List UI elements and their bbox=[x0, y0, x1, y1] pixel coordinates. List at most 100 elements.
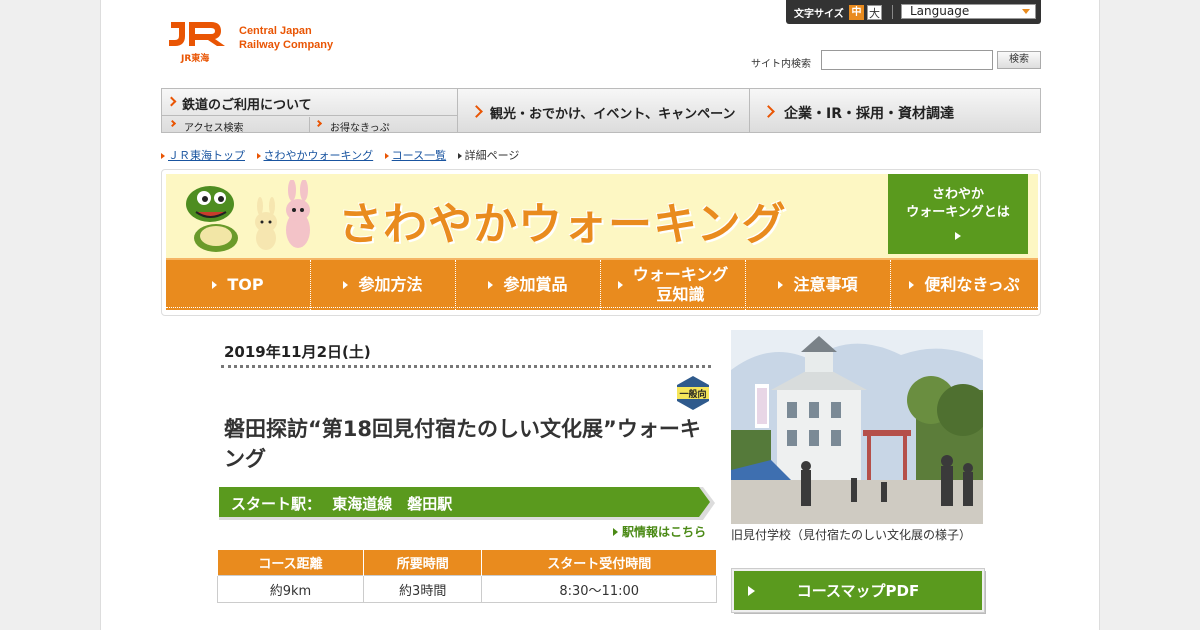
table-cell-duration: 約3時間 bbox=[362, 575, 483, 603]
walking-nav-tickets-label: 便利なきっぷ bbox=[924, 275, 1020, 294]
station-info-link[interactable]: 駅情報はこちら bbox=[613, 523, 706, 540]
walking-nav: TOP 参加方法 参加賞品 ウォーキング 豆知識 注意事項 便利なきっぷ bbox=[166, 258, 1038, 310]
triangle-right-icon bbox=[488, 281, 494, 289]
walking-nav-prizes[interactable]: 参加賞品 bbox=[456, 260, 601, 310]
breadcrumb-item[interactable]: さわやかウォーキング bbox=[256, 147, 374, 163]
course-date: 2019年11月2日(土) bbox=[224, 343, 371, 361]
course-title: 磐田探訪“第18回見付宿たのしい文化展”ウォーキング bbox=[224, 417, 701, 471]
triangle-right-icon bbox=[161, 153, 165, 159]
about-walking-line2: ウォーキングとは bbox=[906, 205, 1010, 220]
breadcrumb-item: 詳細ページ bbox=[457, 147, 520, 163]
breadcrumb-link-course-list[interactable]: コース一覧 bbox=[392, 149, 446, 162]
walking-nav-notes-label: 注意事項 bbox=[793, 275, 858, 294]
table-header-distance: コース距離 bbox=[217, 549, 364, 576]
walking-nav-tickets[interactable]: 便利なきっぷ bbox=[891, 260, 1038, 310]
divider bbox=[221, 365, 711, 368]
start-station-name: 東海道線 磐田駅 bbox=[332, 495, 453, 513]
utility-bar: 文字サイズ 中 大 Language bbox=[786, 0, 1041, 24]
logo-sub-text: JR東海 bbox=[181, 54, 210, 64]
course-photo bbox=[731, 330, 983, 524]
badge-label: 一般向 bbox=[679, 388, 706, 400]
chevron-right-icon bbox=[166, 96, 177, 107]
breadcrumb-current: 詳細ページ bbox=[464, 149, 520, 162]
gnav-corporate-label: 企業・IR・採用・資材調達 bbox=[784, 106, 954, 122]
start-station-text: スタート駅： 東海道線 磐田駅 bbox=[231, 493, 452, 514]
gnav-access-search-link[interactable]: アクセス検索 bbox=[162, 117, 310, 134]
breadcrumb-link-jr-top[interactable]: ＪＲ東海トップ bbox=[168, 149, 245, 162]
jr-logo-mark bbox=[169, 22, 225, 46]
gnav-railway: 鉄道のご利用について アクセス検索 お得なきっぷ bbox=[162, 89, 458, 134]
walking-title: さわやかウォーキング bbox=[338, 199, 787, 250]
jr-central-logo[interactable]: JR東海 Central Japan Railway Company bbox=[167, 18, 367, 64]
walking-banner-header: さわやかウォーキング さわやか ウォーキングとは bbox=[166, 174, 1038, 258]
logo-company-line2: Railway Company bbox=[239, 39, 334, 51]
gnav-tickets-link[interactable]: お得なきっぷ bbox=[310, 117, 458, 134]
logo-company-line1: Central Japan bbox=[239, 25, 312, 37]
triangle-right-icon bbox=[212, 281, 218, 289]
triangle-right-icon bbox=[909, 281, 915, 289]
triangle-right-icon bbox=[955, 232, 961, 240]
triangle-right-icon bbox=[748, 586, 755, 596]
table-cell-distance: 約9km bbox=[217, 575, 364, 603]
course-info-table: コース距離 所要時間 スタート受付時間 約9km 約3時間 8:30～11:00 bbox=[217, 549, 717, 603]
caret-down-icon bbox=[1022, 9, 1030, 14]
gnav-railway-link[interactable]: 鉄道のご利用について bbox=[162, 89, 458, 116]
walking-nav-tips-line2: 豆知識 bbox=[656, 285, 705, 304]
chevron-right-icon bbox=[470, 105, 483, 118]
breadcrumb-link-walking[interactable]: さわやかウォーキング bbox=[264, 149, 374, 162]
walking-nav-how-to-join[interactable]: 参加方法 bbox=[311, 260, 456, 310]
walking-nav-prizes-label: 参加賞品 bbox=[503, 275, 568, 294]
about-walking-line1: さわやか bbox=[931, 187, 984, 202]
table-header-start-time: スタート受付時間 bbox=[481, 549, 717, 576]
walking-nav-tips-line1: ウォーキング bbox=[632, 265, 729, 284]
walking-nav-tips[interactable]: ウォーキング 豆知識 bbox=[601, 260, 746, 310]
station-info-link-label: 駅情報はこちら bbox=[622, 525, 707, 539]
logo-company-name: Central Japan Railway Company bbox=[239, 24, 333, 52]
gnav-railway-label: 鉄道のご利用について bbox=[182, 98, 312, 113]
triangle-right-icon bbox=[613, 528, 618, 536]
breadcrumb-item[interactable]: ＪＲ東海トップ bbox=[161, 147, 245, 163]
language-select-label: Language bbox=[910, 4, 970, 18]
gnav-corporate-link[interactable]: 企業・IR・採用・資材調達 bbox=[750, 89, 1040, 133]
gnav-tickets-label: お得なきっぷ bbox=[330, 123, 390, 134]
walking-banner: さわやかウォーキング さわやか ウォーキングとは TOP 参加方法 参加賞品 ウ… bbox=[161, 169, 1041, 316]
triangle-right-icon bbox=[457, 153, 462, 159]
general-audience-badge-icon: 一般向 bbox=[677, 376, 709, 410]
gnav-tourism-link[interactable]: 観光・おでかけ、イベント、キャンペーン bbox=[458, 89, 750, 133]
font-size-label: 文字サイズ bbox=[794, 9, 844, 20]
table-header-row: コース距離 所要時間 スタート受付時間 bbox=[217, 549, 717, 576]
course-map-pdf-button[interactable]: コースマップPDF bbox=[731, 568, 985, 613]
triangle-right-icon bbox=[343, 281, 349, 289]
global-nav: 鉄道のご利用について アクセス検索 お得なきっぷ 観光・おでかけ、イベント、キャ… bbox=[161, 88, 1041, 134]
chevron-right-icon bbox=[314, 119, 323, 128]
page: JR東海 Central Japan Railway Company 文字サイズ… bbox=[100, 0, 1100, 630]
chevron-right-icon bbox=[168, 119, 177, 128]
triangle-right-icon bbox=[778, 281, 784, 289]
table-header-duration: 所要時間 bbox=[362, 549, 483, 576]
breadcrumb-item[interactable]: コース一覧 bbox=[384, 147, 446, 163]
site-search-button[interactable]: 検索 bbox=[997, 51, 1041, 69]
language-select[interactable]: Language bbox=[901, 4, 1036, 19]
triangle-right-icon bbox=[617, 281, 623, 289]
triangle-right-icon bbox=[384, 153, 389, 159]
divider bbox=[892, 5, 893, 19]
walking-nav-top-label: TOP bbox=[227, 275, 264, 294]
triangle-right-icon bbox=[256, 153, 261, 159]
mascot-illustration-icon bbox=[186, 180, 310, 252]
font-size-large-button[interactable]: 大 bbox=[867, 5, 882, 20]
site-search-input[interactable] bbox=[821, 50, 993, 70]
walking-nav-tips-label: ウォーキング 豆知識 bbox=[633, 265, 729, 305]
divider bbox=[166, 307, 1038, 308]
about-walking-button[interactable]: さわやか ウォーキングとは bbox=[888, 174, 1028, 254]
font-size-medium-button[interactable]: 中 bbox=[849, 5, 864, 20]
walking-nav-top[interactable]: TOP bbox=[166, 260, 311, 310]
chevron-right-icon bbox=[762, 105, 775, 118]
breadcrumb: ＪＲ東海トップ さわやかウォーキング コース一覧 詳細ページ bbox=[161, 147, 527, 163]
walking-nav-notes[interactable]: 注意事項 bbox=[746, 260, 891, 310]
table-row: 約9km 約3時間 8:30～11:00 bbox=[217, 575, 717, 603]
site-search-label: サイト内検索 bbox=[751, 59, 811, 70]
gnav-access-search-label: アクセス検索 bbox=[184, 123, 244, 134]
walking-nav-how-to-join-label: 参加方法 bbox=[358, 275, 423, 294]
gnav-tourism-label: 観光・おでかけ、イベント、キャンペーン bbox=[490, 107, 736, 122]
start-station-label: スタート駅： bbox=[231, 495, 322, 513]
